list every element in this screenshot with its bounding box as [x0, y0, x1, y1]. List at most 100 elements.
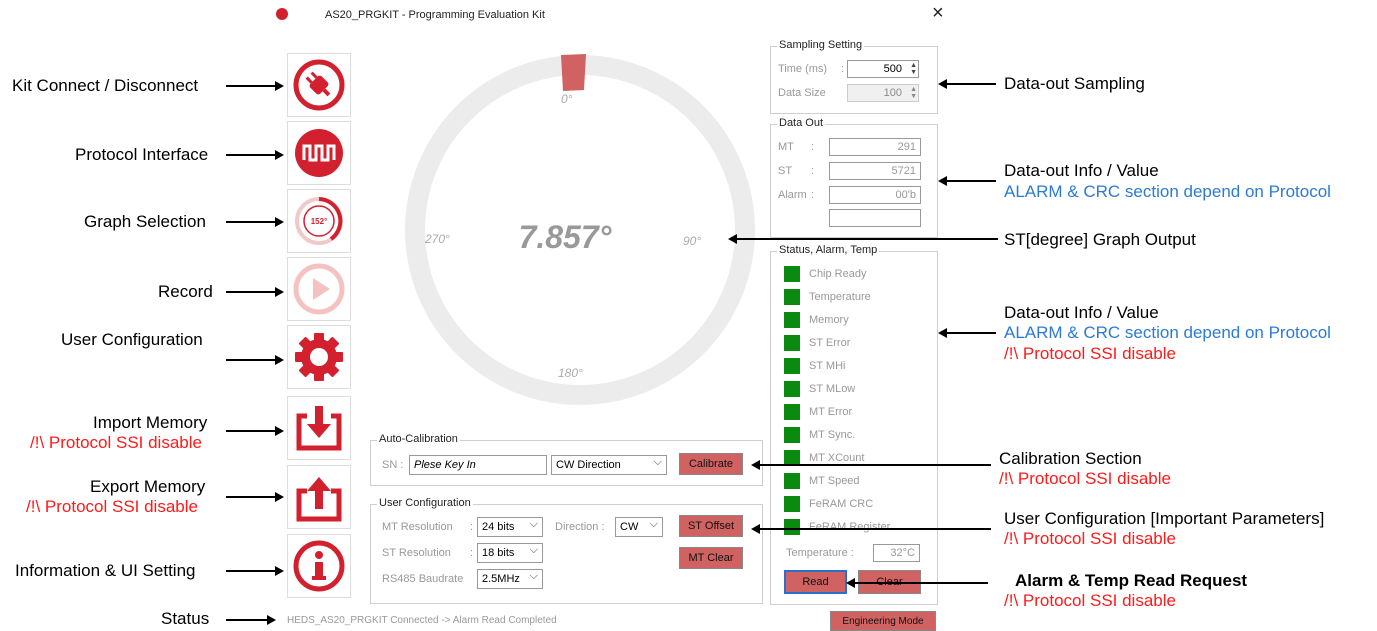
engineering-mode-button[interactable]: Engineering Mode: [830, 611, 936, 631]
mt-value-field: 291: [829, 138, 921, 156]
temperature-value: 32°C: [873, 544, 920, 562]
time-label: Time (ms): [778, 63, 828, 75]
arrow-data-info1: [938, 176, 996, 185]
ann-user-params-warn: /!\ Protocol SSI disable: [1004, 529, 1176, 548]
auto-calibration-group: Auto-Calibration SN : Plese Key In CW Di…: [370, 433, 763, 486]
import-memory-button[interactable]: [287, 396, 351, 460]
ann-data-info2-sub: ALARM & CRC section depend on Protocol: [1004, 323, 1331, 342]
ann-data-info2-warn: /!\ Protocol SSI disable: [1004, 344, 1176, 363]
baudrate-select[interactable]: 2.5MHz: [477, 569, 543, 589]
gear-icon: [295, 333, 343, 381]
data-out-group: Data Out MT : 291 ST : 5721 Alarm : 00'b: [770, 117, 938, 238]
gauge-tick-270: 270°: [424, 232, 450, 246]
graph-selection-button[interactable]: 152°: [287, 189, 351, 253]
time-value: 500: [883, 63, 902, 75]
download-icon: [296, 406, 342, 451]
ann-data-info2: Data-out Info / Value: [1004, 303, 1159, 322]
status-led: [784, 473, 800, 489]
record-button[interactable]: [287, 257, 351, 321]
mt-resolution-label: MT Resolution: [382, 521, 453, 533]
status-led: [784, 427, 800, 443]
sn-label: SN :: [382, 459, 404, 471]
sampling-title: Sampling Setting: [777, 39, 865, 51]
sampling-setting-group: Sampling Setting Time (ms) : 500 ▲ ▼ Data…: [770, 39, 938, 114]
autocal-title: Auto-Calibration: [377, 433, 460, 445]
mt-resolution-select[interactable]: 24 bits: [477, 517, 543, 537]
data-out-title: Data Out: [777, 117, 826, 129]
status-item-label: MT Error: [809, 406, 853, 418]
temperature-label: Temperature :: [786, 547, 854, 559]
status-bar-text: HEDS_AS20_PRGKIT Connected -> Alarm Read…: [287, 615, 557, 626]
alarm-label: Alarm: [778, 189, 807, 201]
ann-alarm-warn: /!\ Protocol SSI disable: [1004, 591, 1176, 610]
status-item-label: FeRAM Register: [809, 521, 891, 533]
status-item-label: MT XCount: [809, 452, 865, 464]
pulse-wave-icon: [295, 129, 343, 177]
spin-icon[interactable]: ▲ ▼: [910, 86, 917, 100]
status-item-label: Memory: [809, 314, 849, 326]
ann-protocol: Protocol Interface: [75, 145, 209, 164]
ann-export-memory: Export Memory: [90, 477, 206, 496]
gauge-tick-180: 180°: [558, 366, 583, 380]
graph-badge: 152°: [311, 217, 328, 226]
degree-gauge: 0° 90° 180° 270° 7.857°: [405, 54, 755, 405]
info-icon: [293, 540, 345, 592]
data-size-input[interactable]: 100 ▲ ▼: [847, 84, 919, 102]
direction-select[interactable]: CW: [615, 517, 663, 537]
arrow-import: [226, 426, 284, 435]
information-button[interactable]: [287, 534, 351, 598]
ann-data-sampling: Data-out Sampling: [1004, 74, 1145, 93]
ann-calibration-warn: /!\ Protocol SSI disable: [999, 469, 1171, 488]
mt-clear-button[interactable]: MT Clear: [679, 547, 743, 569]
arrow-status: [226, 615, 276, 624]
ann-alarm-read: Alarm & Temp Read Request: [1015, 571, 1248, 590]
st-value-field: 5721: [829, 162, 921, 180]
status-led: [784, 312, 800, 328]
ann-import-warn: /!\ Protocol SSI disable: [30, 433, 202, 452]
arrow-user-params: [751, 524, 991, 533]
ann-user-params: User Configuration [Important Parameters…: [1004, 509, 1325, 528]
crc-value-field: [829, 209, 921, 227]
ann-graph: Graph Selection: [84, 212, 206, 231]
read-button[interactable]: Read: [784, 570, 847, 594]
arrow-kit-connect: [226, 81, 284, 90]
export-memory-button[interactable]: [287, 465, 351, 529]
arrow-sampling: [938, 79, 996, 88]
spin-icon[interactable]: ▲ ▼: [910, 62, 917, 76]
gauge-tick-90: 90°: [683, 234, 701, 248]
user-configuration-button[interactable]: [287, 325, 351, 389]
st-offset-button[interactable]: ST Offset: [679, 515, 743, 537]
st-resolution-select[interactable]: 18 bits: [477, 543, 543, 563]
status-led: [784, 404, 800, 420]
status-led: [784, 266, 800, 282]
st-resolution-label: ST Resolution: [382, 547, 451, 559]
protocol-interface-button[interactable]: [287, 121, 351, 185]
status-led: [784, 496, 800, 512]
time-input[interactable]: 500 ▲ ▼: [847, 60, 919, 78]
status-led: [784, 381, 800, 397]
baudrate-label: RS485 Baudrate: [382, 573, 464, 585]
alarm-value-field: 00'b: [829, 186, 921, 204]
arrow-graph: [226, 217, 284, 226]
ann-calibration: Calibration Section: [999, 449, 1142, 468]
st-label: ST: [778, 165, 793, 177]
calibrate-button[interactable]: Calibrate: [679, 453, 743, 475]
status-led: [784, 289, 800, 305]
ann-data-info1: Data-out Info / Value: [1004, 161, 1159, 180]
ann-info: Information & UI Setting: [15, 561, 196, 580]
arrow-data-info2: [938, 328, 996, 337]
direction-label: Direction :: [555, 521, 605, 533]
data-size-label: Data Size: [778, 87, 826, 99]
window-title: AS20_PRGKIT - Programming Evaluation Kit: [325, 9, 545, 21]
kit-connect-button[interactable]: [287, 53, 351, 117]
usercfg-title: User Configuration: [377, 497, 473, 509]
close-icon[interactable]: ×: [932, 2, 944, 25]
app-logo-icon: [276, 8, 288, 20]
arrow-protocol: [226, 150, 284, 159]
calibration-direction-select[interactable]: CW Direction: [551, 455, 667, 475]
plug-icon: [293, 59, 345, 111]
ann-st-graph: ST[degree] Graph Output: [1004, 230, 1196, 249]
arrow-alarm-read: [846, 578, 988, 587]
ann-export-warn: /!\ Protocol SSI disable: [26, 497, 198, 516]
sn-input[interactable]: Plese Key In: [409, 455, 547, 475]
